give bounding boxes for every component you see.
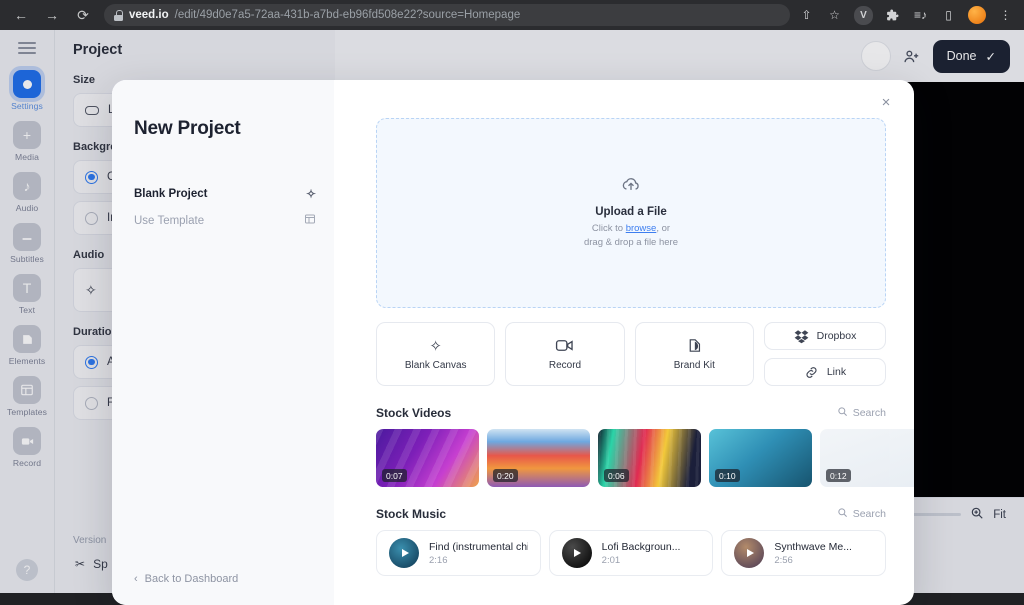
new-project-modal: New Project Blank Project ✧ Use Template… xyxy=(112,80,914,605)
dropbox-tile[interactable]: Dropbox xyxy=(763,322,886,350)
modal-nav-use-template[interactable]: Use Template xyxy=(134,207,316,234)
lock-icon xyxy=(114,9,123,21)
tile-label: Blank Canvas xyxy=(404,360,467,371)
track-text: Find (instrumental chill lo 2:16 xyxy=(429,541,528,566)
tile-label: Link xyxy=(826,366,847,378)
search-icon xyxy=(837,507,848,521)
browser-nav-buttons: ← → ⟳ xyxy=(8,6,98,24)
track-duration: 2:16 xyxy=(429,554,448,566)
app-stage: Settings + Media ♪ Audio Subtitles T Tex… xyxy=(0,30,1024,605)
back-to-dashboard-label: Back to Dashboard xyxy=(144,573,239,585)
back-to-dashboard-button[interactable]: ‹ Back to Dashboard xyxy=(134,573,238,585)
side-panel-icon[interactable]: ▯ xyxy=(940,7,957,24)
modal-nav-label: Use Template xyxy=(134,214,205,227)
brand-kit-tile[interactable]: Brand Kit xyxy=(634,322,754,386)
reload-icon[interactable]: ⟳ xyxy=(74,6,92,24)
video-duration: 0:10 xyxy=(715,469,740,482)
play-icon[interactable] xyxy=(734,538,765,568)
record-tile[interactable]: Record xyxy=(505,322,625,386)
modal-nav-label: Blank Project xyxy=(134,187,208,200)
stock-video-item[interactable]: 0:12 xyxy=(820,429,914,487)
browse-link[interactable]: browse xyxy=(626,223,657,234)
modal-nav-list: Blank Project ✧ Use Template xyxy=(134,180,334,234)
track-name: Lofi Backgroun... xyxy=(601,540,681,553)
browser-tool-icons: ⇧ ☆ V ≡♪ ▯ ⋮ xyxy=(798,5,1016,25)
modal-nav-blank-project[interactable]: Blank Project ✧ xyxy=(134,180,316,207)
dropbox-icon xyxy=(794,328,809,345)
upload-dropzone[interactable]: Upload a File Click to browse, or drag &… xyxy=(376,118,886,308)
browser-menu-icon[interactable]: ⋮ xyxy=(997,7,1014,24)
track-name: Find (instrumental chill lo xyxy=(429,540,528,553)
stock-music-item[interactable]: Synthwave Me... 2:56 xyxy=(721,530,887,576)
stock-videos-heading: Stock Videos xyxy=(376,406,452,420)
upload-sub-prefix: Click to xyxy=(591,223,626,235)
track-duration: 2:56 xyxy=(774,554,793,566)
layout-icon xyxy=(304,213,316,228)
play-icon[interactable] xyxy=(561,538,592,568)
link-tile[interactable]: Link xyxy=(763,358,886,386)
sparkle-icon: ✧ xyxy=(305,186,316,201)
bookmark-star-icon[interactable]: ☆ xyxy=(826,7,843,24)
stock-music-item[interactable]: Lofi Backgroun... 2:01 xyxy=(548,530,714,576)
stock-music-strip: Find (instrumental chill lo 2:16 Lofi Ba… xyxy=(376,530,887,576)
camera-icon xyxy=(555,337,574,354)
upload-sub-suffix: , or xyxy=(656,223,671,235)
share-icon[interactable]: ⇧ xyxy=(798,7,815,24)
upload-sub-line2: drag & drop a file here xyxy=(583,237,678,248)
tile-label: Brand Kit xyxy=(673,360,715,371)
stock-music-heading: Stock Music xyxy=(376,507,447,521)
search-label: Search xyxy=(852,508,886,520)
upload-subtitle: Click to browse, or drag & drop a file h… xyxy=(584,222,678,250)
sparkle-icon: ✧ xyxy=(429,337,442,355)
video-duration: 0:06 xyxy=(604,469,629,482)
reading-list-icon[interactable]: ≡♪ xyxy=(912,7,929,24)
back-icon[interactable]: ← xyxy=(12,6,30,24)
extension-v-icon[interactable]: V xyxy=(854,5,873,25)
play-icon[interactable] xyxy=(389,538,419,568)
url-domain: veed.io xyxy=(129,9,169,21)
link-icon xyxy=(804,364,819,381)
stock-videos-header: Stock Videos Search xyxy=(376,406,886,420)
profile-avatar[interactable] xyxy=(968,6,986,24)
forward-icon[interactable]: → xyxy=(43,6,61,24)
video-duration: 0:12 xyxy=(826,469,851,482)
stock-video-item[interactable]: 0:06 xyxy=(598,429,701,487)
track-text: Synthwave Me... 2:56 xyxy=(774,541,852,566)
track-name: Synthwave Me... xyxy=(774,540,852,553)
address-bar[interactable]: veed.io /edit/49d0e7a5-72aa-431b-a7bd-eb… xyxy=(104,4,790,26)
browser-toolbar: ← → ⟳ veed.io /edit/49d0e7a5-72aa-431b-a… xyxy=(0,0,1024,30)
search-label: Search xyxy=(852,407,886,419)
url-path: /edit/49d0e7a5-72aa-431b-a7bd-eb96fd508e… xyxy=(174,9,521,21)
source-tiles: ✧ Blank Canvas Record Brand Kit Dropbox … xyxy=(376,322,886,386)
modal-content: × Upload a File Click to browse, or drag… xyxy=(334,80,914,605)
chevron-left-icon: ‹ xyxy=(134,573,138,585)
brand-kit-icon xyxy=(686,337,703,354)
video-duration: 0:07 xyxy=(382,469,407,482)
stock-music-header: Stock Music Search xyxy=(376,507,886,521)
track-text: Lofi Backgroun... 2:01 xyxy=(602,541,681,566)
modal-sidebar: New Project Blank Project ✧ Use Template… xyxy=(112,80,334,605)
stock-videos-strip: 0:07 0:20 0:06 0:10 0:12 xyxy=(376,429,914,487)
video-duration: 0:20 xyxy=(493,469,518,482)
close-icon[interactable]: × xyxy=(876,92,896,112)
tile-label: Dropbox xyxy=(816,330,857,342)
cloud-upload-icon xyxy=(621,176,641,198)
stock-video-item[interactable]: 0:20 xyxy=(487,429,590,487)
cloud-source-tiles: Dropbox Link xyxy=(763,322,886,386)
stock-video-item[interactable]: 0:07 xyxy=(376,429,479,487)
tile-label: Record xyxy=(548,360,582,371)
track-duration: 2:01 xyxy=(601,554,621,566)
stock-music-item[interactable]: Find (instrumental chill lo 2:16 xyxy=(376,530,541,576)
puzzle-extensions-icon[interactable] xyxy=(884,7,901,24)
stock-video-item[interactable]: 0:10 xyxy=(709,429,812,487)
blank-canvas-tile[interactable]: ✧ Blank Canvas xyxy=(376,322,496,386)
stock-videos-search[interactable]: Search xyxy=(837,406,886,420)
modal-title: New Project xyxy=(134,118,241,139)
upload-title: Upload a File xyxy=(595,206,667,219)
search-icon xyxy=(837,406,848,420)
stock-music-search[interactable]: Search xyxy=(837,507,886,521)
